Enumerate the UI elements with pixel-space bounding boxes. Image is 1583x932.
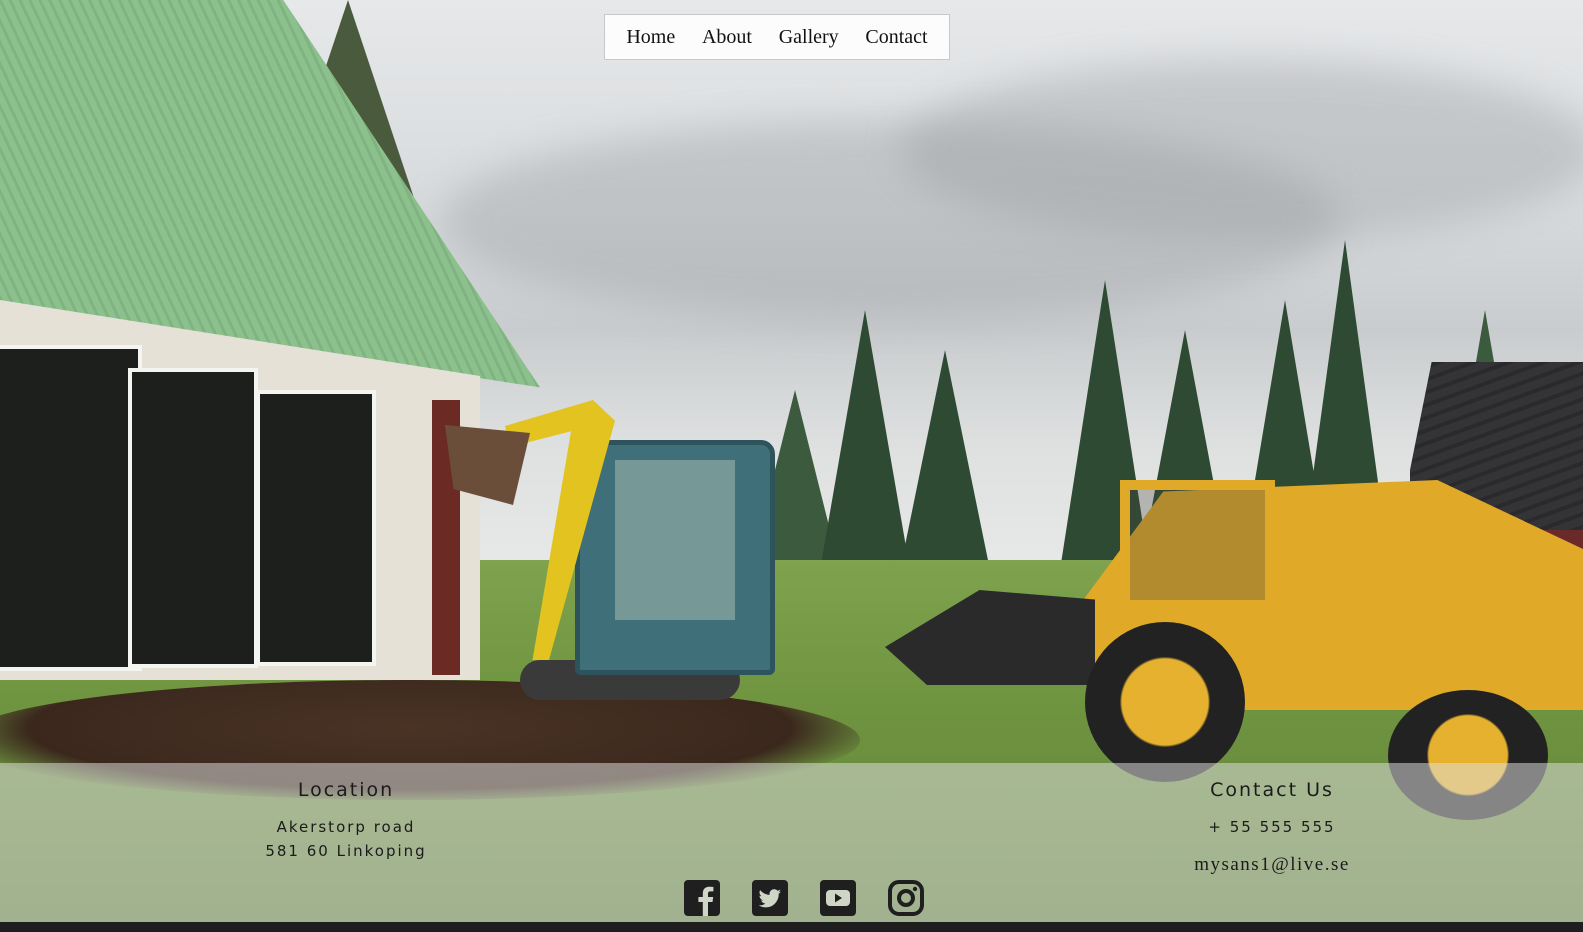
page: Home About Gallery Contact Location Aker… — [0, 0, 1583, 932]
twitter-icon[interactable] — [752, 880, 788, 916]
youtube-icon[interactable] — [820, 880, 856, 916]
instagram-icon[interactable] — [888, 880, 924, 916]
facebook-icon[interactable] — [684, 880, 720, 916]
footer: Location Akerstorp road 581 60 Linkoping… — [0, 763, 1583, 932]
phone-number: + 55 555 555 — [1208, 818, 1336, 836]
barn-door — [128, 368, 258, 668]
excavator-glass — [615, 460, 735, 620]
address-line-2: 581 60 Linkoping — [265, 842, 427, 860]
nav-gallery-link[interactable]: Gallery — [779, 26, 839, 49]
social-links — [684, 880, 924, 916]
nav-home-link[interactable]: Home — [626, 26, 675, 49]
main-nav: Home About Gallery Contact — [604, 14, 950, 60]
contact-section: Contact Us + 55 555 555 mysans1@live.se — [1172, 779, 1372, 877]
nav-about-link[interactable]: About — [702, 26, 752, 49]
location-title: Location — [297, 779, 395, 801]
contact-title: Contact Us — [1210, 779, 1334, 801]
location-section: Location Akerstorp road 581 60 Linkoping — [246, 779, 446, 863]
barn-door — [0, 345, 142, 671]
barn-door — [256, 390, 376, 666]
address-line-1: Akerstorp road — [276, 818, 416, 836]
loader-front-wheel — [1085, 622, 1245, 782]
email-link[interactable]: mysans1@live.se — [1172, 853, 1372, 877]
nav-contact-link[interactable]: Contact — [865, 26, 927, 49]
loader-cab — [1120, 480, 1275, 610]
bottom-bar — [0, 922, 1583, 932]
